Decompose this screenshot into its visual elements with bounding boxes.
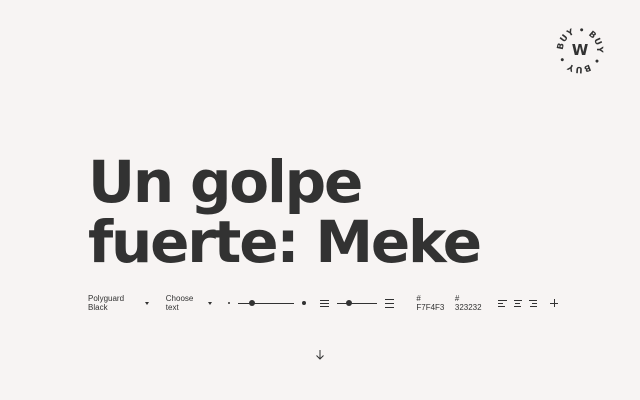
size-slider[interactable] (228, 300, 307, 306)
chevron-down-icon (144, 301, 149, 305)
type-tester-toolbar: Polyguard Black Choose text # F7F4F3 # 3… (88, 294, 558, 312)
size-small-icon (228, 302, 231, 304)
size-slider-track[interactable] (238, 300, 295, 306)
font-select-label: Polyguard Black (88, 294, 125, 312)
text-color-field[interactable]: # 323232 (455, 294, 486, 312)
buy-badge[interactable]: BUY • BUY • BUY • W (555, 25, 605, 75)
specimen-line-2: fuerte: Meke (88, 208, 482, 276)
type-specimen[interactable]: Un golpe fuerte: Meke (88, 152, 608, 272)
buy-badge-letter: W (571, 41, 589, 59)
text-select[interactable]: Choose text (166, 294, 213, 312)
text-color-value: # 323232 (454, 294, 482, 312)
size-slider-thumb[interactable] (249, 300, 256, 306)
text-select-label: Choose text (165, 294, 194, 312)
align-right-icon[interactable] (529, 299, 538, 307)
font-select[interactable]: Polyguard Black (88, 294, 149, 312)
align-left-icon[interactable] (498, 299, 507, 307)
leading-slider-track[interactable] (337, 300, 378, 306)
arrow-down-icon[interactable] (314, 347, 326, 361)
line-spacing-large-icon (385, 298, 395, 308)
plus-icon[interactable] (550, 299, 558, 307)
align-center-icon[interactable] (513, 299, 523, 307)
size-large-icon (302, 301, 307, 305)
chevron-down-icon (208, 301, 213, 305)
line-spacing-small-icon (320, 299, 330, 307)
background-color-value: # F7F4F3 (416, 294, 445, 312)
leading-slider-thumb[interactable] (346, 300, 353, 306)
leading-slider[interactable] (320, 298, 395, 308)
specimen-line-1: Un golpe (88, 148, 363, 216)
background-color-field[interactable]: # F7F4F3 (416, 294, 449, 312)
